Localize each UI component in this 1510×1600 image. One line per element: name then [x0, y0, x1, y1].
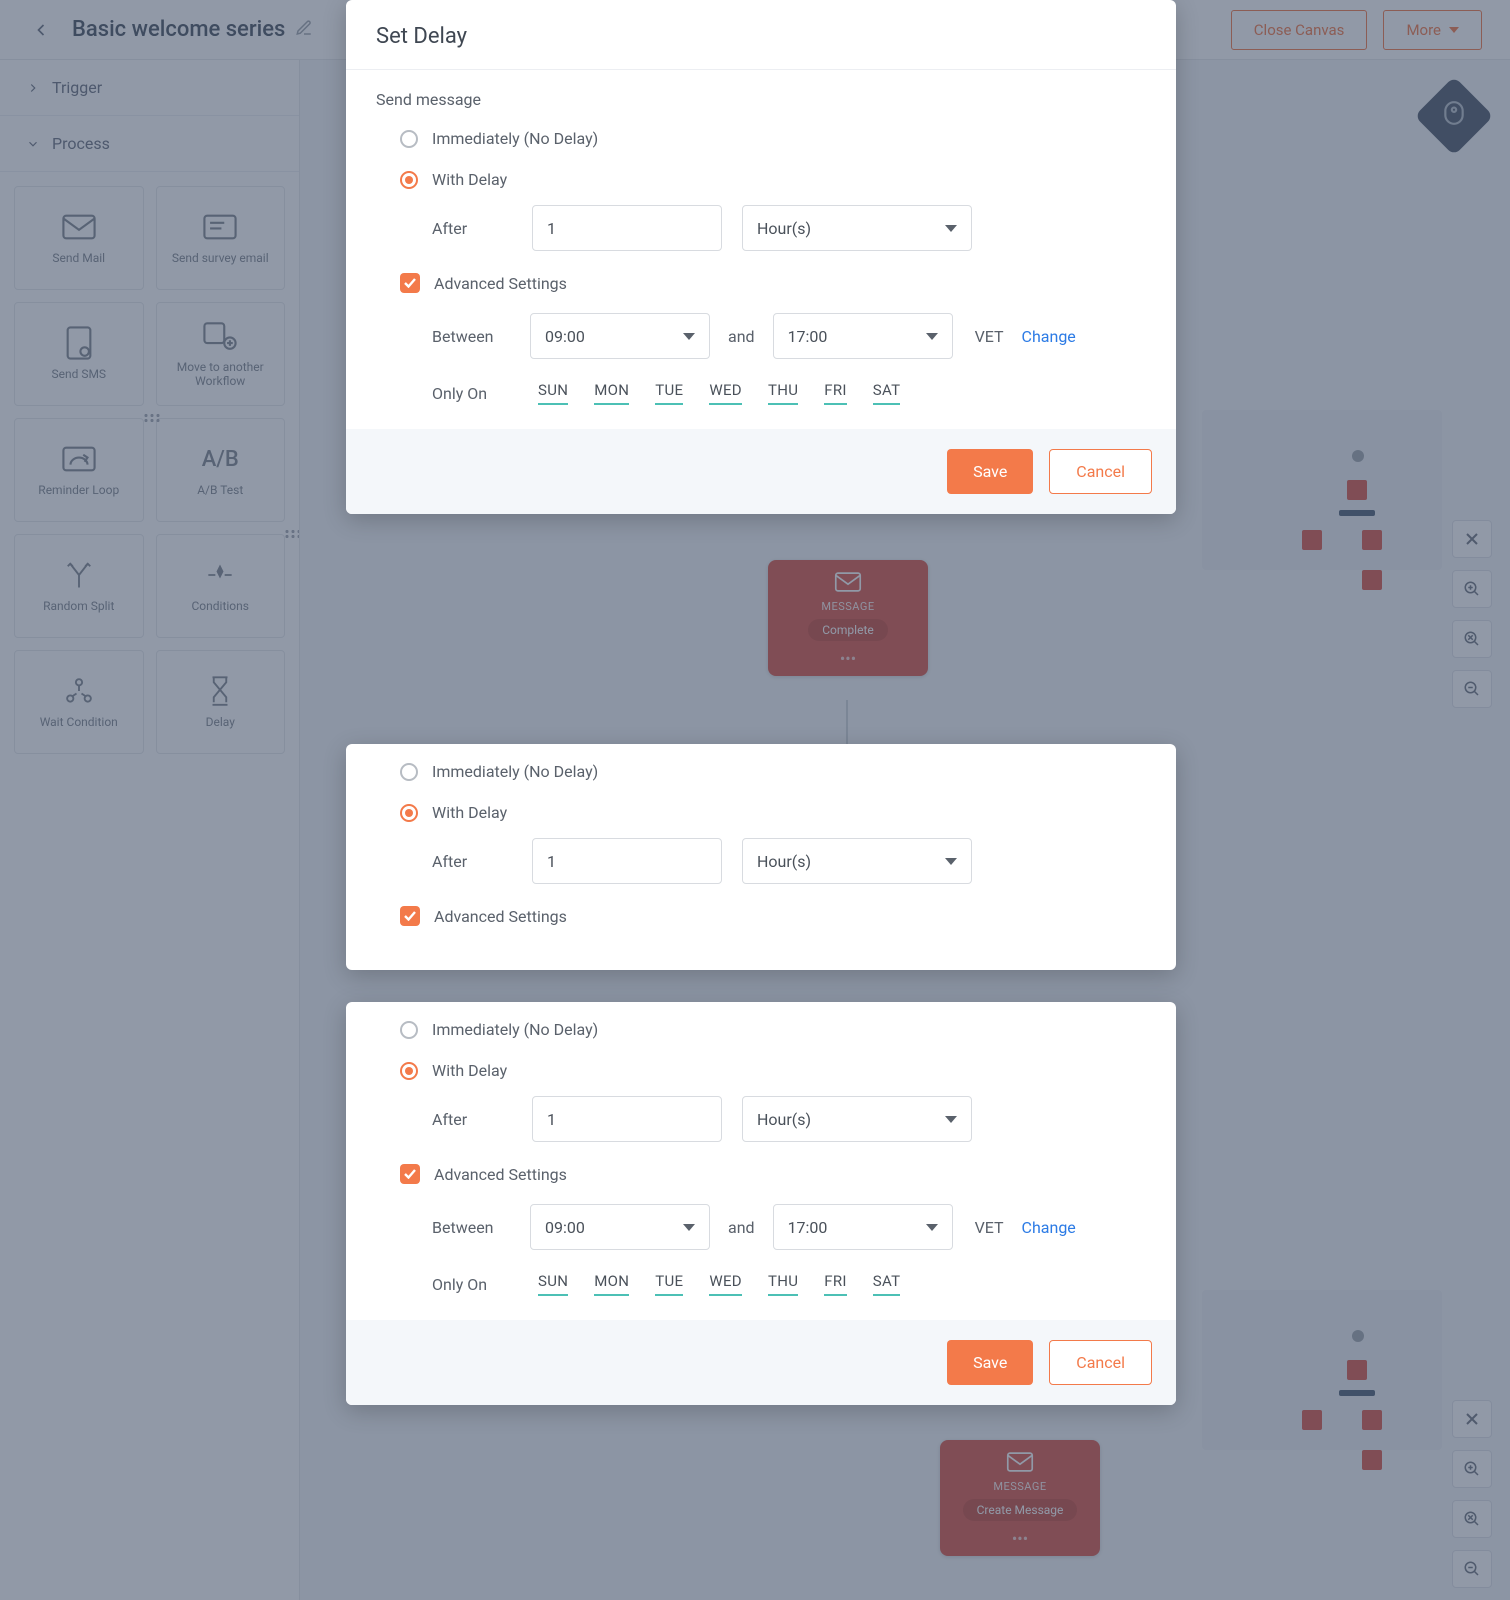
cancel-button[interactable]: Cancel — [1049, 449, 1152, 494]
set-delay-modal: Set Delay Send message Immediately (No D… — [346, 0, 1176, 514]
between-label: Between — [432, 327, 512, 346]
delay-amount-input[interactable] — [532, 838, 722, 884]
checkbox-icon — [400, 1164, 420, 1184]
checkbox-icon — [400, 273, 420, 293]
delay-unit-select[interactable]: Hour(s) — [742, 205, 972, 251]
day-toggle-wed[interactable]: WED — [709, 1272, 742, 1296]
radio-immediately[interactable]: Immediately (No Delay) — [376, 123, 1146, 154]
chevron-down-icon — [683, 1224, 695, 1231]
chevron-down-icon — [926, 333, 938, 340]
day-toggle-sun[interactable]: SUN — [538, 381, 568, 405]
delay-amount-input[interactable] — [532, 205, 722, 251]
change-timezone-link[interactable]: Change — [1022, 327, 1076, 346]
send-message-label: Send message — [376, 90, 1146, 109]
only-on-label: Only On — [432, 384, 512, 403]
chevron-down-icon — [926, 1224, 938, 1231]
day-toggle-tue[interactable]: TUE — [655, 381, 683, 405]
radio-with-delay[interactable]: With Delay — [376, 164, 1146, 195]
after-label: After — [432, 1110, 512, 1129]
radio-icon — [400, 1021, 418, 1039]
delay-amount-input[interactable] — [532, 1096, 722, 1142]
day-toggle-tue[interactable]: TUE — [655, 1272, 683, 1296]
set-delay-modal: Immediately (No Delay) With Delay After … — [346, 1002, 1176, 1405]
time-to-select[interactable]: 17:00 — [773, 313, 953, 359]
chevron-down-icon — [945, 225, 957, 232]
checkbox-icon — [400, 906, 420, 926]
only-on-label: Only On — [432, 1275, 512, 1294]
after-label: After — [432, 219, 512, 238]
day-toggle-sat[interactable]: SAT — [873, 1272, 901, 1296]
day-toggle-wed[interactable]: WED — [709, 381, 742, 405]
save-button[interactable]: Save — [947, 1340, 1033, 1385]
day-toggle-mon[interactable]: MON — [594, 381, 629, 405]
advanced-settings-toggle[interactable]: Advanced Settings — [376, 273, 1146, 293]
radio-icon — [400, 130, 418, 148]
and-label: and — [728, 327, 755, 346]
between-label: Between — [432, 1218, 512, 1237]
radio-immediately[interactable]: Immediately (No Delay) — [376, 756, 1146, 787]
radio-with-delay[interactable]: With Delay — [376, 797, 1146, 828]
day-toggle-fri[interactable]: FRI — [824, 381, 847, 405]
set-delay-modal: Immediately (No Delay) With Delay After … — [346, 744, 1176, 970]
time-from-select[interactable]: 09:00 — [530, 1204, 710, 1250]
radio-icon — [400, 171, 418, 189]
modal-title: Set Delay — [346, 0, 1176, 70]
save-button[interactable]: Save — [947, 449, 1033, 494]
advanced-settings-toggle[interactable]: Advanced Settings — [376, 906, 1146, 926]
advanced-settings-toggle[interactable]: Advanced Settings — [376, 1164, 1146, 1184]
delay-unit-select[interactable]: Hour(s) — [742, 1096, 972, 1142]
day-toggle-sat[interactable]: SAT — [873, 381, 901, 405]
radio-icon — [400, 1062, 418, 1080]
after-label: After — [432, 852, 512, 871]
change-timezone-link[interactable]: Change — [1022, 1218, 1076, 1237]
radio-immediately[interactable]: Immediately (No Delay) — [376, 1014, 1146, 1045]
and-label: and — [728, 1218, 755, 1237]
timezone-label: VET — [975, 327, 1004, 346]
day-toggle-fri[interactable]: FRI — [824, 1272, 847, 1296]
chevron-down-icon — [683, 333, 695, 340]
radio-with-delay[interactable]: With Delay — [376, 1055, 1146, 1086]
radio-icon — [400, 804, 418, 822]
time-to-select[interactable]: 17:00 — [773, 1204, 953, 1250]
time-from-select[interactable]: 09:00 — [530, 313, 710, 359]
timezone-label: VET — [975, 1218, 1004, 1237]
day-toggle-mon[interactable]: MON — [594, 1272, 629, 1296]
day-toggle-thu[interactable]: THU — [768, 381, 798, 405]
cancel-button[interactable]: Cancel — [1049, 1340, 1152, 1385]
radio-icon — [400, 763, 418, 781]
day-toggle-thu[interactable]: THU — [768, 1272, 798, 1296]
delay-unit-select[interactable]: Hour(s) — [742, 838, 972, 884]
chevron-down-icon — [945, 1116, 957, 1123]
chevron-down-icon — [945, 858, 957, 865]
day-toggle-sun[interactable]: SUN — [538, 1272, 568, 1296]
